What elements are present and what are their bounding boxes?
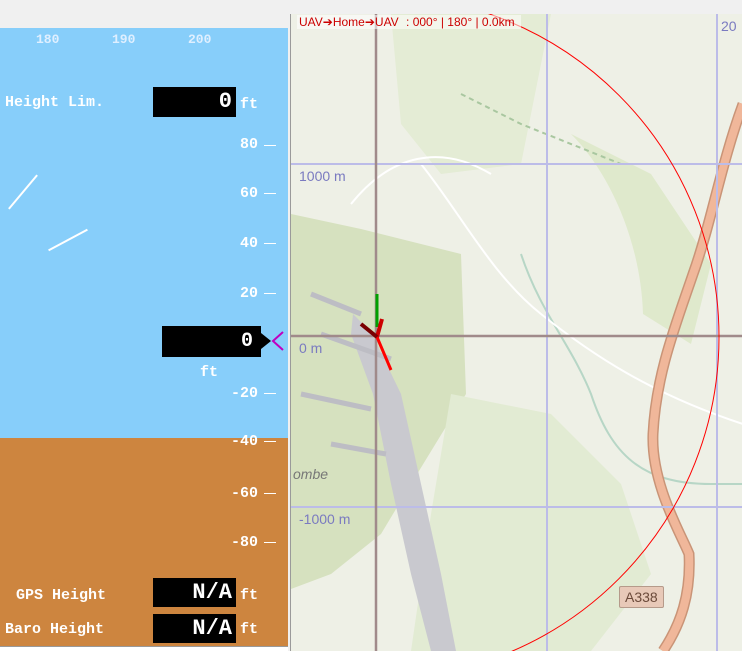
route-label: UAV➔Home➔UAV (299, 15, 399, 29)
baro-height-value: N/A (153, 614, 236, 643)
altitude-tick-label: -20 (230, 385, 258, 402)
gps-height-value: N/A (153, 578, 236, 607)
current-altitude-unit: ft (200, 364, 219, 381)
altitude-tick-line (264, 542, 276, 543)
field-area (391, 14, 551, 174)
hud-sky (0, 28, 288, 438)
grid-label-north: 1000 m (299, 168, 346, 184)
hud-bottom-edge (0, 646, 288, 651)
altitude-tick-label: -40 (230, 433, 258, 450)
field-area (571, 134, 711, 344)
baro-height-unit: ft (240, 621, 259, 638)
heading-tick-label: 180 (36, 32, 60, 47)
altitude-pointer-icon (261, 333, 271, 349)
altitude-tick-line (264, 293, 276, 294)
height-limit-unit: ft (240, 96, 259, 113)
altitude-tick-line (264, 243, 276, 244)
hud-top-strip (0, 0, 288, 28)
altitude-tick-line (264, 493, 276, 494)
height-limit-label: Height Lim. (5, 94, 105, 111)
map-status-bar: UAV➔Home➔UAV : 000° | 180° | 0.0km (297, 15, 521, 29)
grid-label-center: 0 m (299, 340, 323, 356)
map-view[interactable]: UAV➔Home➔UAV : 000° | 180° | 0.0km 1000 … (290, 14, 742, 651)
bearing-distance-label: : 000° | 180° | 0.0km (406, 15, 515, 29)
height-limit-value: 0 (153, 87, 236, 117)
altitude-tick-label: 20 (239, 285, 258, 302)
target-altitude-bracket-icon (271, 331, 284, 351)
gps-height-unit: ft (240, 587, 259, 604)
road-shield-label: A338 (619, 586, 664, 608)
altitude-tick-line (264, 441, 276, 442)
altitude-tick-label: -60 (230, 485, 258, 502)
place-label: ombe (293, 466, 329, 482)
altitude-tick-label: -80 (230, 534, 258, 551)
heading-scale: 180 190 200 (0, 28, 236, 50)
gps-height-label: GPS Height (16, 587, 107, 604)
heading-tick-label: 200 (188, 32, 212, 47)
altitude-tick-label: 80 (239, 136, 258, 153)
hud-divider (153, 607, 236, 614)
heading-tick-label: 190 (112, 32, 136, 47)
altitude-tick-line (264, 193, 276, 194)
map-canvas[interactable] (291, 14, 742, 651)
altitude-tick-line (264, 393, 276, 394)
altitude-tick-label: 60 (239, 185, 258, 202)
altitude-hud: 180 190 200 Height Lim. 0 ft 80 60 40 20… (0, 0, 288, 651)
altitude-tick-line (264, 145, 276, 146)
main-road-edge (647, 102, 742, 651)
baro-height-label: Baro Height (5, 621, 105, 638)
altitude-tick-label: 40 (239, 235, 258, 252)
current-altitude-value: 0 (162, 326, 261, 357)
grid-label-east: 20 (721, 18, 737, 34)
grid-label-south: -1000 m (299, 511, 351, 527)
